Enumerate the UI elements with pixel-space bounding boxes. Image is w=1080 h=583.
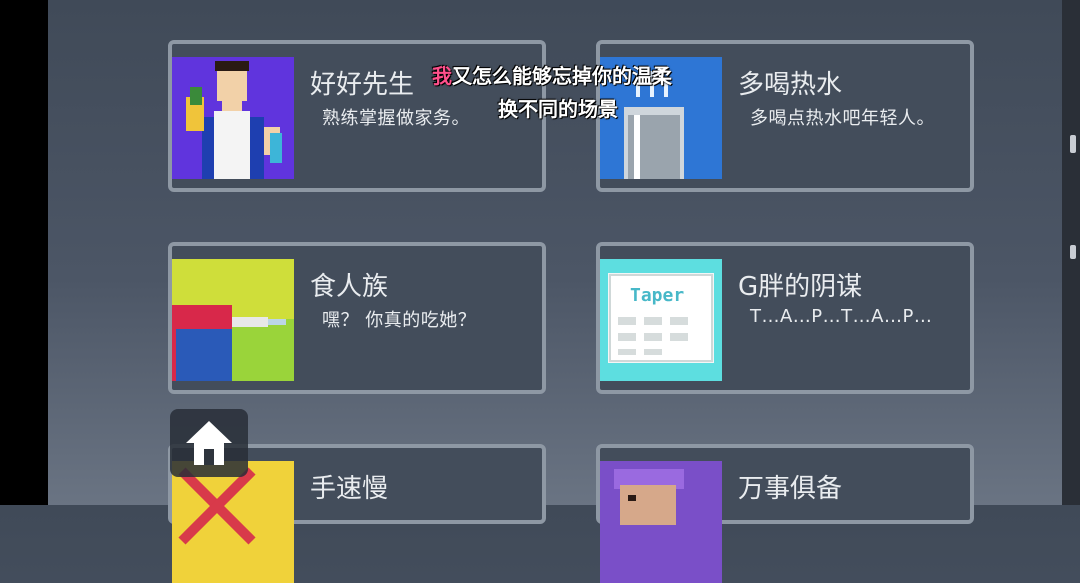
svg-text:Taper: Taper bbox=[630, 285, 684, 306]
achievement-description: 嘿？ 你真的吃她？ bbox=[322, 310, 477, 331]
lyric-line-1-text: 又怎么能够忘掉你的温柔 bbox=[452, 64, 672, 88]
achievement-description: 多喝点热水吧年轻人。 bbox=[750, 108, 935, 129]
achievement-card-cannibal[interactable]: 食人族 嘿？ 你真的吃她？ bbox=[168, 242, 546, 394]
achievement-title: 手速慢 bbox=[310, 474, 389, 504]
achievement-title: 食人族 bbox=[310, 272, 389, 302]
achievement-description: T…A…P…T…A…P… bbox=[750, 306, 933, 327]
achievement-card-all-ready[interactable]: 万事俱备 bbox=[596, 444, 974, 583]
lyric-line-2: 换不同的场景 bbox=[498, 97, 618, 121]
achievement-title: 好好先生 bbox=[310, 70, 415, 100]
achievement-title: G胖的阴谋 bbox=[738, 272, 863, 302]
achievement-card-g-fat-plot[interactable]: Taper G胖的阴谋 T…A…P…T…A…P… bbox=[596, 242, 974, 394]
lyric-accent-char: 我 bbox=[432, 64, 452, 88]
achievement-thumb-taper: Taper bbox=[600, 259, 722, 381]
lyric-line-1: 我又怎么能够忘掉你的温柔 bbox=[432, 60, 672, 89]
home-icon bbox=[186, 421, 232, 465]
left-screen-bezel bbox=[0, 0, 48, 505]
achievement-title: 万事俱备 bbox=[738, 474, 843, 504]
achievement-thumb-slow-hands bbox=[172, 461, 294, 583]
achievement-thumb-all-ready bbox=[600, 461, 722, 583]
achievement-description: 熟练掌握做家务。 bbox=[322, 108, 470, 129]
edge-glyph bbox=[1070, 135, 1076, 153]
achievement-thumb-cannibal bbox=[172, 259, 294, 381]
right-edge-strip bbox=[1062, 0, 1080, 505]
edge-glyph bbox=[1070, 245, 1076, 259]
achievement-thumb-housework bbox=[172, 57, 294, 179]
home-button[interactable] bbox=[170, 409, 248, 477]
achievement-title: 多喝热水 bbox=[738, 70, 843, 100]
